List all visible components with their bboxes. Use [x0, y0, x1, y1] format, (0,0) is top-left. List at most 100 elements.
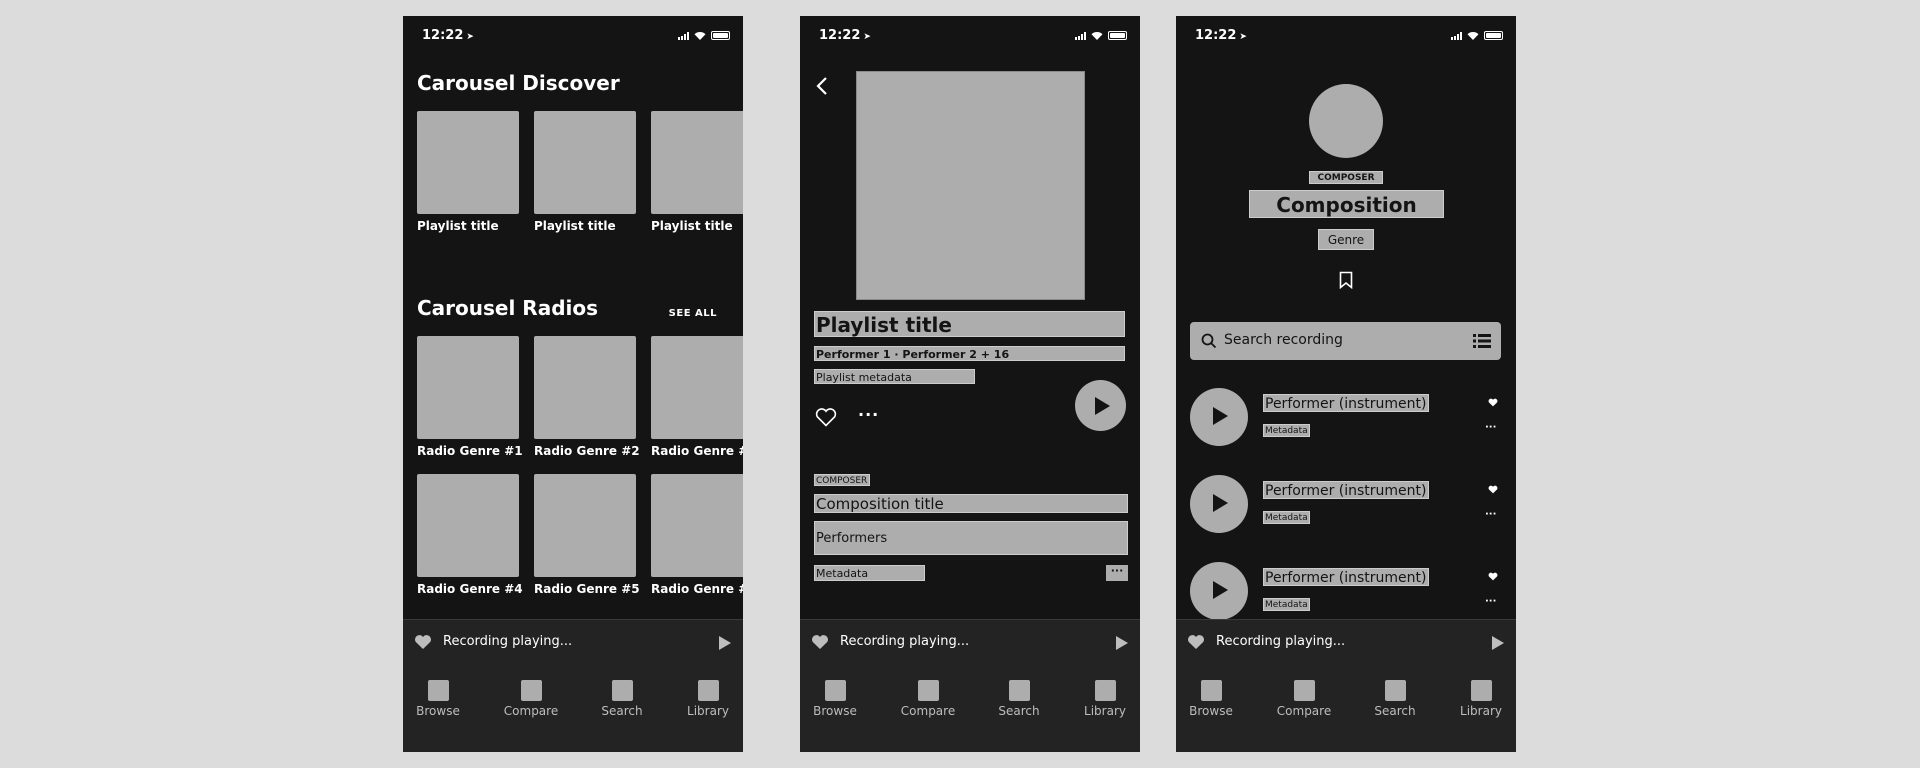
list-icon[interactable] — [1473, 333, 1491, 349]
heart-icon[interactable] — [1187, 634, 1205, 650]
location-icon: ➤ — [1239, 32, 1247, 42]
radio-title: Radio Genre #4 — [417, 582, 523, 596]
recording-performer[interactable]: Performer (instrument) — [1263, 481, 1429, 499]
composition-title[interactable]: Composition title — [814, 494, 1128, 513]
section-title-discover: Carousel Discover — [417, 71, 620, 95]
playlist-tile[interactable] — [534, 111, 636, 214]
metadata-field: Metadata — [814, 565, 925, 581]
composition-screen: 12:22➤ COMPOSER Composition title Genre … — [1176, 16, 1516, 752]
radio-title: Radio Genre #5 — [534, 582, 640, 596]
radio-tile[interactable] — [534, 474, 636, 577]
location-icon: ➤ — [863, 32, 871, 42]
now-playing-text: Recording playing... — [443, 634, 573, 649]
radio-title: Radio Genre #6 — [651, 582, 743, 596]
section-title-radios: Carousel Radios — [417, 296, 599, 320]
recording-performer[interactable]: Performer (instrument) — [1263, 568, 1429, 586]
playlist-title: Playlist title — [651, 219, 733, 233]
heart-icon[interactable] — [1488, 572, 1498, 581]
tab-search[interactable]: Search — [587, 680, 657, 718]
tab-browse[interactable]: Browse — [800, 680, 870, 718]
performers-line: Performer 1 · Performer 2 + 16 — [814, 346, 1125, 361]
more-options-icon[interactable]: ··· — [1485, 509, 1496, 520]
battery-icon — [1484, 31, 1503, 40]
tab-search[interactable]: Search — [1360, 680, 1430, 718]
mini-player[interactable]: Recording playing... — [800, 619, 1140, 666]
play-button[interactable] — [1075, 380, 1126, 431]
see-all-link[interactable]: SEE ALL — [669, 308, 717, 319]
radio-tile[interactable] — [417, 474, 519, 577]
playlist-metadata: Playlist metadata — [814, 369, 975, 384]
more-options-icon[interactable]: ··· — [1485, 422, 1496, 433]
search-tab-icon — [1008, 680, 1030, 701]
radio-tile[interactable] — [534, 336, 636, 439]
recording-play-button[interactable] — [1190, 562, 1248, 620]
mini-player[interactable]: Recording playing... — [1176, 619, 1516, 666]
playlist-tile[interactable] — [417, 111, 519, 214]
play-icon[interactable] — [719, 636, 731, 650]
genre-badge: Genre — [1318, 229, 1374, 250]
more-options-icon[interactable]: ··· — [1106, 565, 1128, 581]
play-icon[interactable] — [1492, 636, 1504, 650]
compare-icon — [520, 680, 542, 701]
radio-title: Radio Genre #3 — [651, 444, 743, 458]
battery-icon — [1108, 31, 1127, 40]
playlist-title: Playlist title — [534, 219, 616, 233]
tab-compare[interactable]: Compare — [893, 680, 963, 718]
playlist-screen: 12:22 ➤ Playlist title Performer 1 · Perf… — [800, 16, 1140, 752]
radio-tile[interactable] — [651, 336, 743, 439]
tab-library[interactable]: Library — [1446, 680, 1516, 718]
status-bar: 12:22 ➤ — [800, 16, 1140, 56]
heart-icon[interactable] — [811, 634, 829, 650]
heart-icon[interactable] — [1488, 485, 1498, 494]
tab-search[interactable]: Search — [984, 680, 1054, 718]
browse-screen: 12:22 ➤ Carousel Discover Playlist title … — [403, 16, 743, 752]
radio-tile[interactable] — [417, 336, 519, 439]
tab-compare[interactable]: Compare — [1269, 680, 1339, 718]
tab-library[interactable]: Library — [673, 680, 743, 718]
status-time: 12:22 — [1195, 28, 1237, 43]
tab-compare[interactable]: Compare — [496, 680, 566, 718]
heart-icon[interactable] — [414, 634, 432, 650]
browse-icon — [427, 680, 449, 701]
search-placeholder: Search recording — [1224, 332, 1343, 348]
recording-play-button[interactable] — [1190, 475, 1248, 533]
status-time: 12:22 — [422, 28, 464, 43]
heart-outline-icon[interactable] — [815, 408, 837, 427]
status-bar: 12:22 ➤ — [1176, 16, 1516, 56]
signal-icon — [678, 31, 689, 40]
search-tab-icon — [611, 680, 633, 701]
heart-icon[interactable] — [1488, 398, 1498, 407]
playlist-cover — [856, 71, 1085, 300]
tab-browse[interactable]: Browse — [403, 680, 473, 718]
now-playing-text: Recording playing... — [840, 634, 970, 649]
recording-play-button[interactable] — [1190, 388, 1248, 446]
more-options-icon[interactable]: ··· — [1485, 596, 1496, 607]
signal-icon — [1075, 31, 1086, 40]
search-tab-icon — [1384, 680, 1406, 701]
browse-icon — [1200, 680, 1222, 701]
radio-tile[interactable] — [651, 474, 743, 577]
radio-title: Radio Genre #1 — [417, 444, 523, 458]
compare-icon — [1293, 680, 1315, 701]
signal-icon — [1451, 31, 1462, 40]
wifi-icon — [1467, 32, 1479, 40]
search-recording-bar[interactable]: Search recording — [1190, 322, 1501, 360]
playlist-tile[interactable] — [651, 111, 743, 214]
bookmark-icon[interactable] — [1339, 271, 1353, 289]
tab-bar: Browse Compare Search Library — [403, 666, 743, 752]
battery-icon — [711, 31, 730, 40]
radio-title: Radio Genre #2 — [534, 444, 640, 458]
browse-icon — [824, 680, 846, 701]
back-chevron-icon[interactable] — [816, 76, 828, 96]
play-icon[interactable] — [1116, 636, 1128, 650]
tab-library[interactable]: Library — [1070, 680, 1140, 718]
recording-metadata: Metadata — [1263, 424, 1310, 437]
composition-title: Composition title — [1249, 190, 1444, 245]
now-playing-text: Recording playing... — [1216, 634, 1346, 649]
search-icon — [1201, 333, 1217, 349]
more-options-icon[interactable]: ··· — [858, 405, 879, 424]
tab-browse[interactable]: Browse — [1176, 680, 1246, 718]
composer-avatar — [1309, 84, 1383, 158]
recording-performer[interactable]: Performer (instrument) — [1263, 394, 1429, 412]
mini-player[interactable]: Recording playing... — [403, 619, 743, 666]
